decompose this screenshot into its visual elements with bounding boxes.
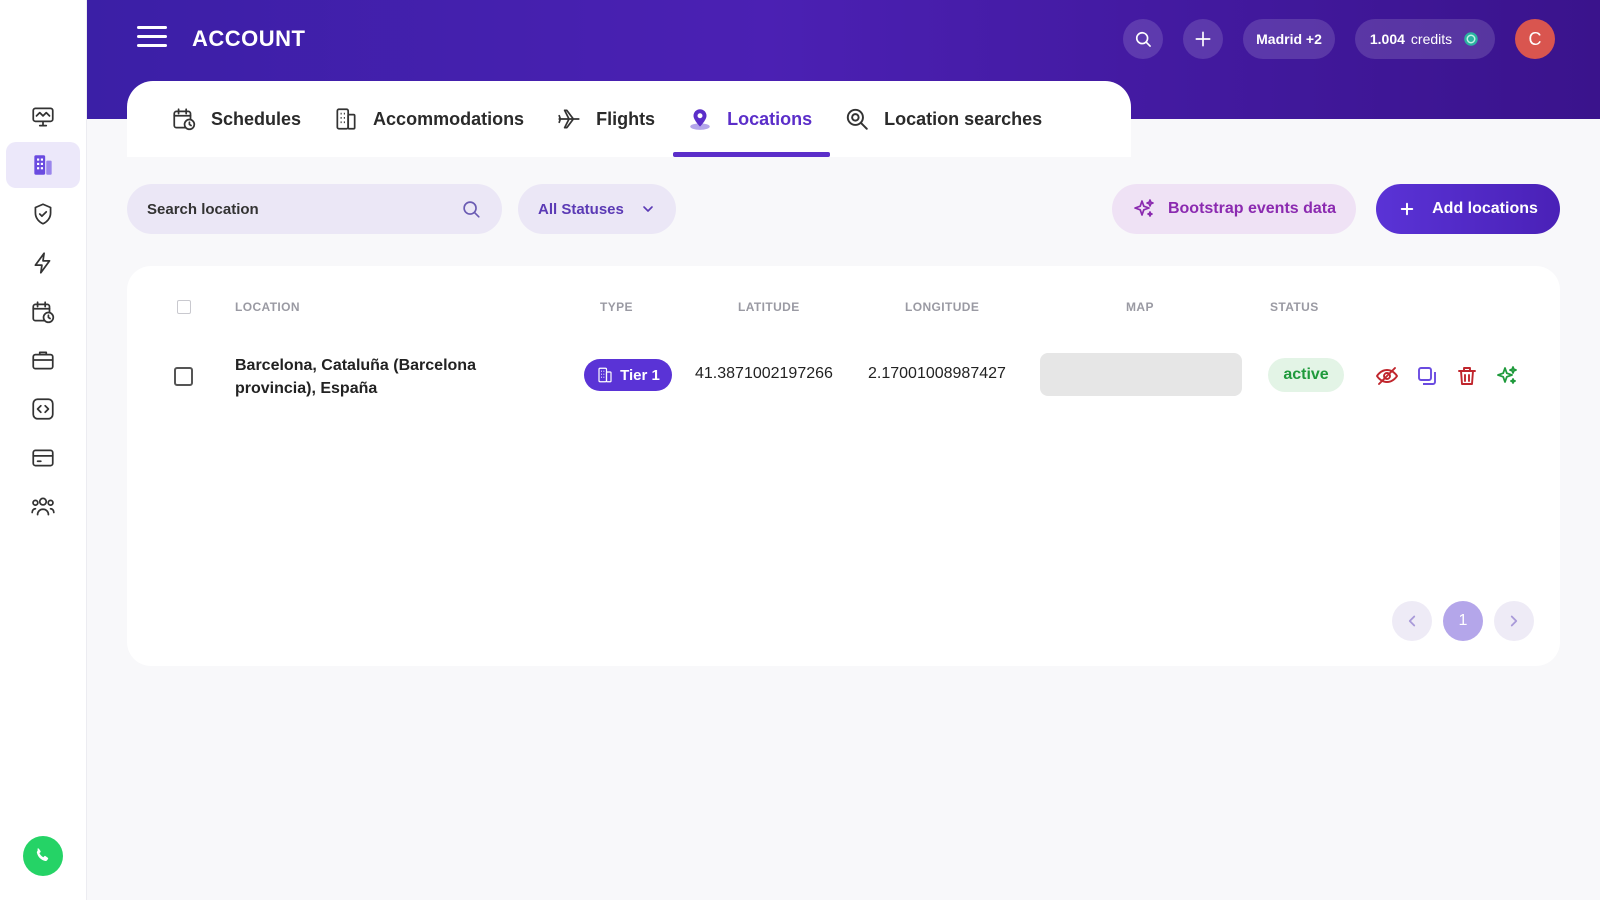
section-tabs: Schedules Accommodations Flights Locatio… <box>127 81 1131 157</box>
search-location-icon <box>846 108 868 130</box>
sidebar <box>0 0 87 900</box>
calendar-clock-icon <box>32 301 55 324</box>
tab-schedules[interactable]: Schedules <box>157 81 319 157</box>
bolt-icon <box>34 252 51 274</box>
location-pin-icon <box>690 109 710 130</box>
plus-icon <box>1195 31 1211 47</box>
credits-label: credits <box>1410 31 1453 47</box>
hide-button[interactable] <box>1374 363 1400 389</box>
code-icon <box>32 398 54 420</box>
bootstrap-label: Bootstrap events data <box>1167 200 1337 217</box>
pagination-next-button[interactable] <box>1494 601 1534 641</box>
add-label: Add locations <box>1432 200 1538 217</box>
users-icon <box>31 497 55 516</box>
hamburger-line <box>137 44 167 47</box>
tab-flights[interactable]: Flights <box>542 81 673 157</box>
sidebar-item-monitor[interactable] <box>6 94 80 140</box>
search-icon[interactable] <box>460 198 482 220</box>
map-thumbnail[interactable] <box>1040 353 1242 396</box>
sidebar-item-briefcase[interactable] <box>6 337 80 383</box>
duplicate-button[interactable] <box>1414 363 1440 389</box>
sidebar-item-automations[interactable] <box>6 240 80 286</box>
location-name: Barcelona, Cataluña (Barcelona provincia… <box>235 357 476 397</box>
row-checkbox[interactable] <box>174 367 193 386</box>
status-badge: active <box>1268 358 1344 392</box>
menu-toggle-button[interactable] <box>137 26 167 52</box>
tab-location-searches[interactable]: Location searches <box>830 81 1060 157</box>
briefcase-icon <box>32 351 54 370</box>
sparkles-icon <box>1497 366 1517 384</box>
search-icon <box>1135 31 1151 47</box>
sidebar-item-developer[interactable] <box>6 386 80 432</box>
column-header-type[interactable]: TYPE <box>600 300 633 314</box>
copy-icon <box>1418 367 1436 385</box>
bootstrap-events-button[interactable]: Bootstrap events data <box>1112 184 1356 234</box>
tab-label: Locations <box>727 108 813 129</box>
location-search <box>127 184 502 234</box>
pagination-page-current[interactable]: 1 <box>1443 601 1483 641</box>
column-header-latitude[interactable]: LATITUDE <box>738 300 800 314</box>
create-button[interactable] <box>1183 19 1223 59</box>
tab-label: Schedules <box>211 108 302 129</box>
tab-label: Flights <box>596 108 656 129</box>
column-header-location[interactable]: LOCATION <box>235 300 300 314</box>
plane-icon <box>558 109 580 129</box>
status-filter-select[interactable]: All Statuses <box>518 184 676 234</box>
search-input[interactable] <box>147 200 460 218</box>
sidebar-item-billing[interactable] <box>6 435 80 481</box>
delete-button[interactable] <box>1454 363 1480 389</box>
chevron-down-icon <box>643 206 653 212</box>
coin-icon <box>1464 32 1478 46</box>
credits-chip[interactable]: 1.004 credits <box>1355 19 1495 59</box>
eye-off-icon <box>1376 367 1398 385</box>
ai-enrich-button[interactable] <box>1494 363 1520 389</box>
longitude-value: 2.17001008987427 <box>868 365 1006 382</box>
column-header-map[interactable]: MAP <box>1126 300 1154 314</box>
hamburger-line <box>137 26 167 29</box>
location-chip[interactable]: Madrid +2 <box>1243 19 1335 59</box>
chevron-right-icon <box>1510 615 1518 627</box>
sparkles-icon <box>1134 199 1154 217</box>
sidebar-item-security[interactable] <box>6 191 80 237</box>
sidebar-item-team[interactable] <box>6 483 80 529</box>
monitor-icon <box>32 107 54 127</box>
page-title: ACCOUNT <box>192 26 306 51</box>
tab-accommodations[interactable]: Accommodations <box>319 81 542 157</box>
plus-icon <box>1400 202 1414 216</box>
credits-amount: 1.004 <box>1369 31 1405 47</box>
add-locations-button[interactable]: Add locations <box>1376 184 1560 234</box>
sidebar-item-schedules[interactable] <box>6 289 80 335</box>
whatsapp-button[interactable] <box>23 836 63 876</box>
tab-label: Location searches <box>884 108 1043 129</box>
building-icon <box>34 155 52 175</box>
status-filter-value: All Statuses <box>538 200 624 218</box>
column-header-status[interactable]: STATUS <box>1270 300 1319 314</box>
trash-icon <box>1458 367 1476 385</box>
hamburger-line <box>137 35 167 38</box>
building-icon <box>336 108 356 130</box>
type-badge: Tier 1 <box>584 359 672 391</box>
pagination-prev-button[interactable] <box>1392 601 1432 641</box>
tab-label: Accommodations <box>373 108 525 129</box>
select-all-checkbox[interactable] <box>177 300 191 314</box>
credit-card-icon <box>32 449 54 467</box>
calendar-clock-icon <box>173 108 196 131</box>
locations-table: LOCATION TYPE LATITUDE LONGITUDE MAP STA… <box>127 266 1560 666</box>
column-header-longitude[interactable]: LONGITUDE <box>905 300 979 314</box>
whatsapp-icon <box>36 848 49 862</box>
chevron-left-icon <box>1408 615 1416 627</box>
tab-locations[interactable]: Locations <box>673 81 831 157</box>
type-label: Tier 1 <box>620 366 660 384</box>
sidebar-item-accommodations[interactable] <box>6 142 80 188</box>
user-avatar[interactable]: C <box>1515 19 1555 59</box>
global-search-button[interactable] <box>1123 19 1163 59</box>
shield-check-icon <box>34 203 52 225</box>
latitude-value: 41.3871002197266 <box>695 365 833 382</box>
building-icon <box>598 367 612 383</box>
